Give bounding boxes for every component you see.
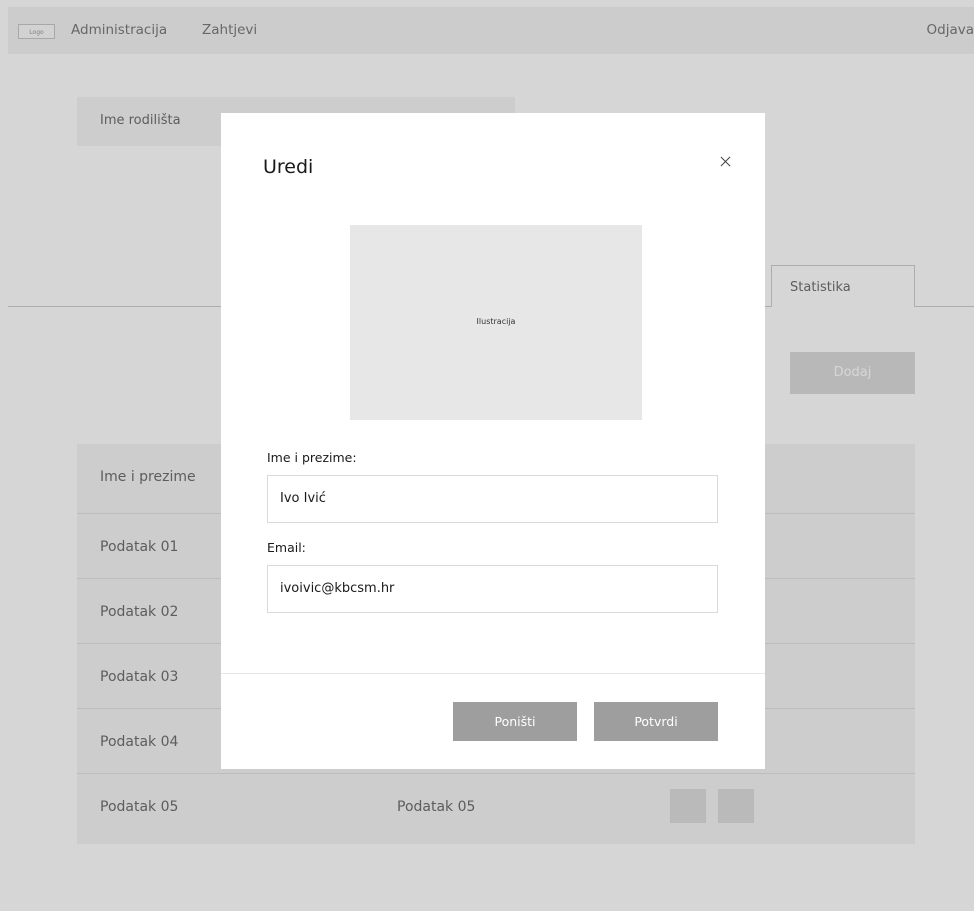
email-field[interactable] (267, 565, 718, 613)
email-input[interactable] (280, 578, 700, 598)
name-label: Ime i prezime: (267, 450, 357, 465)
email-label: Email: (267, 540, 306, 555)
cancel-button[interactable]: Poništi (453, 702, 577, 741)
illustration-label: Ilustracija (476, 317, 516, 326)
name-field[interactable] (267, 475, 718, 523)
confirm-button[interactable]: Potvrdi (594, 702, 718, 741)
close-icon[interactable] (718, 154, 734, 170)
modal-title: Uredi (263, 156, 314, 178)
name-input[interactable] (280, 488, 700, 508)
confirm-button-label: Potvrdi (634, 714, 678, 729)
modal-footer-divider (221, 673, 765, 674)
illustration-placeholder: Ilustracija (350, 225, 642, 420)
cancel-button-label: Poništi (494, 714, 536, 729)
edit-modal: Uredi Ilustracija Ime i prezime: Email: … (221, 113, 765, 769)
